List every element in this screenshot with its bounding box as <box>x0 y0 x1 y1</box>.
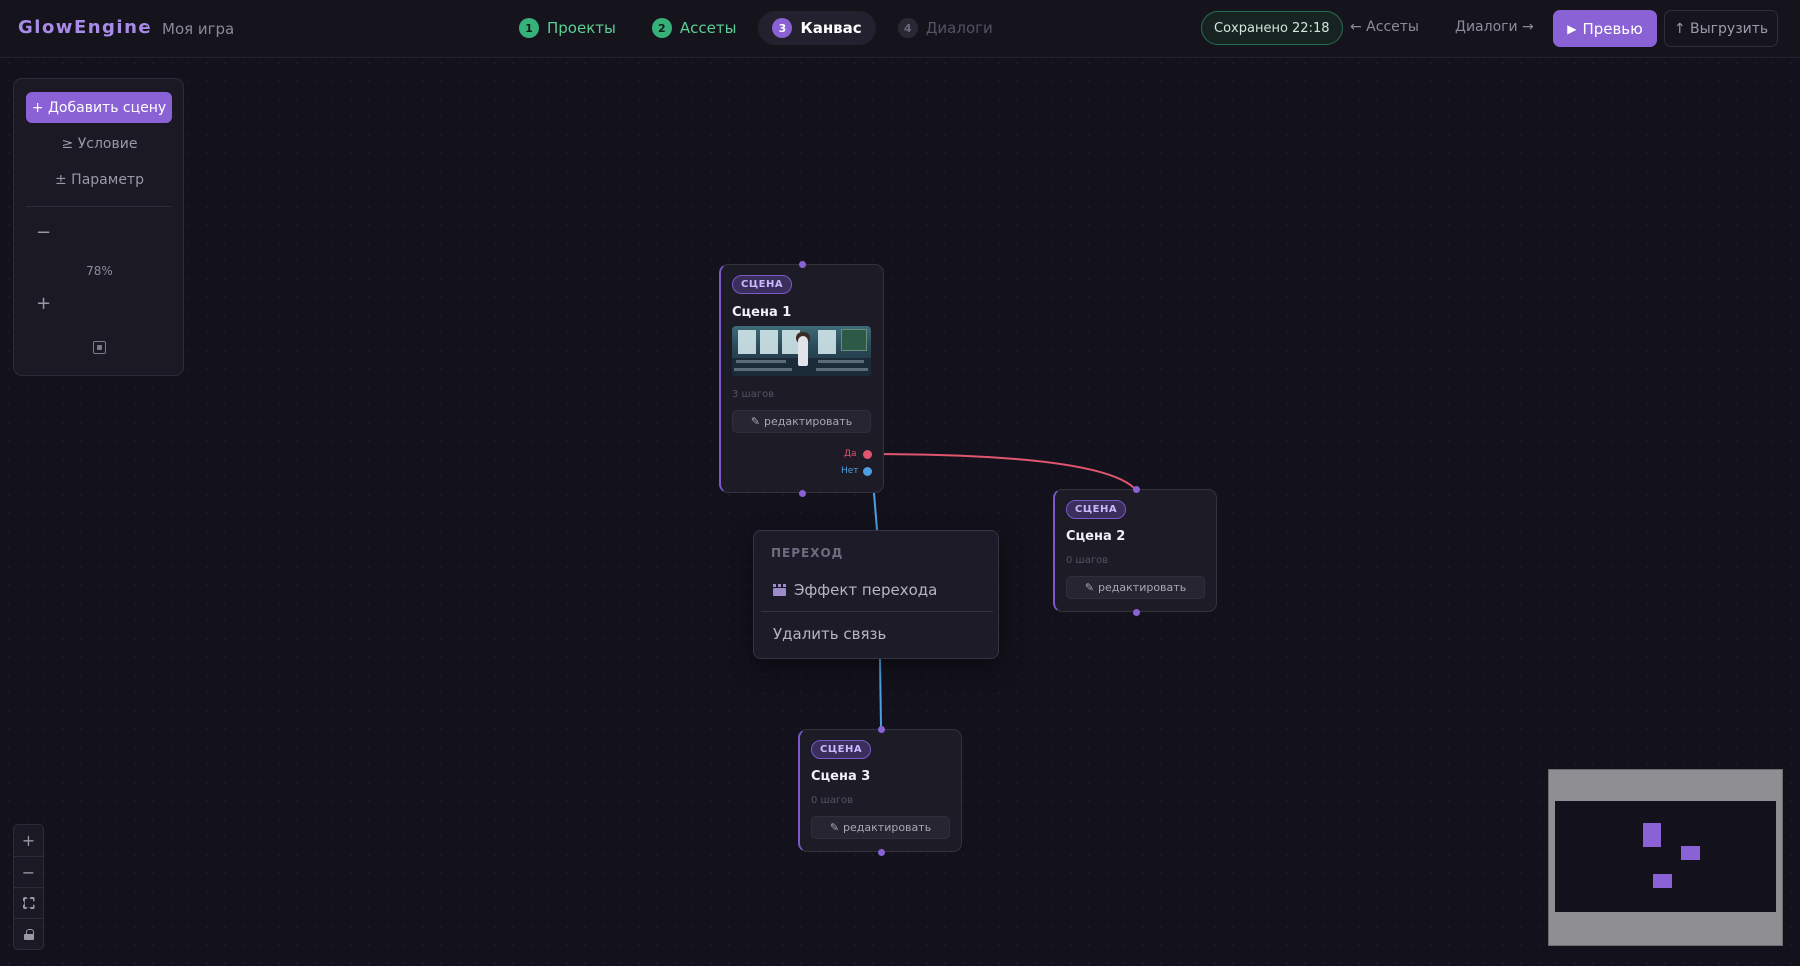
edit-scene-button[interactable]: ✎ редактировать <box>1066 576 1205 599</box>
canvas-zoom-out-button[interactable]: − <box>14 856 43 887</box>
lock-button[interactable] <box>14 918 43 949</box>
edit-label: редактировать <box>764 415 853 428</box>
step-number: 2 <box>651 18 672 38</box>
scene-badge: СЦЕНА <box>1066 500 1127 519</box>
delete-link-menu-item[interactable]: Удалить связь <box>754 617 1000 651</box>
output-handle[interactable] <box>878 849 885 856</box>
transition-effect-menu-item[interactable]: Эффект перехода <box>754 573 1000 607</box>
app-logo[interactable]: GlowEngine <box>18 17 152 38</box>
context-menu-divider <box>761 611 993 612</box>
pencil-icon: ✎ <box>829 821 840 834</box>
scene-steps-count: 0 шагов <box>811 795 854 806</box>
zoom-out-button[interactable]: − <box>36 222 51 243</box>
export-button[interactable]: ↑ Выгрузить <box>1664 10 1778 47</box>
scene-badge: СЦЕНА <box>732 275 793 294</box>
canvas-toolbox: + Добавить сцену ≥ Условие ± Параметр − … <box>13 78 184 376</box>
zoom-in-button[interactable]: + <box>36 293 51 314</box>
minimap-node <box>1653 874 1672 888</box>
edge-yes-scene1-scene2 <box>867 453 1137 491</box>
add-scene-button[interactable]: + Добавить сцену <box>26 92 172 123</box>
edge-no-scene1-scene3-lower <box>879 658 882 729</box>
transition-effect-label: Эффект перехода <box>794 581 938 599</box>
step-projects[interactable]: 1 Проекты <box>505 11 630 45</box>
step-label: Диалоги <box>925 19 993 37</box>
minimap-node <box>1643 823 1661 847</box>
edit-scene-button[interactable]: ✎ редактировать <box>811 816 950 839</box>
edit-scene-button[interactable]: ✎ редактировать <box>732 410 871 433</box>
minimap-node <box>1681 846 1700 860</box>
edge-no-scene1-scene3 <box>873 492 878 531</box>
wizard-steps: 1 Проекты 2 Ассеты 3 Канвас 4 Диалоги <box>505 11 1007 47</box>
step-number: 4 <box>897 18 918 38</box>
minimap[interactable] <box>1548 769 1783 946</box>
scene-steps-count: 0 шагов <box>1066 555 1109 566</box>
expand-icon <box>22 897 35 909</box>
step-assets[interactable]: 2 Ассеты <box>638 11 751 45</box>
output-handle[interactable] <box>799 490 806 497</box>
scene-badge: СЦЕНА <box>811 740 872 759</box>
fit-view-button[interactable] <box>14 887 43 918</box>
input-handle[interactable] <box>1133 486 1140 493</box>
scene-node-3[interactable]: СЦЕНА Сцена 3 0 шагов ✎ редактировать <box>798 726 962 856</box>
minimap-viewport <box>1555 801 1776 912</box>
zoom-level: 78% <box>86 264 113 278</box>
canvas-controls: + − <box>13 824 44 950</box>
scene-title: Сцена 1 <box>732 305 792 320</box>
context-menu-title: ПЕРЕХОД <box>771 546 844 560</box>
fit-view-icon[interactable] <box>93 341 106 354</box>
output-label-yes: Да <box>844 449 857 459</box>
step-number: 1 <box>519 18 539 38</box>
step-dialogs[interactable]: 4 Диалоги <box>884 11 1007 45</box>
step-label: Проекты <box>547 19 616 37</box>
output-handle-no[interactable] <box>863 467 872 476</box>
project-name: Моя игра <box>162 20 235 38</box>
top-bar: GlowEngine · Моя игра 1 Проекты 2 Ассеты… <box>0 0 1800 58</box>
preview-label: Превью <box>1582 19 1643 38</box>
step-label: Ассеты <box>679 19 737 37</box>
output-handle[interactable] <box>1133 609 1140 616</box>
input-handle[interactable] <box>799 261 806 268</box>
edit-label: редактировать <box>843 821 932 834</box>
preview-button[interactable]: ▶ Превью <box>1553 10 1657 47</box>
scene-title: Сцена 3 <box>811 769 871 784</box>
lock-icon <box>23 928 34 940</box>
scene-steps-count: 3 шагов <box>732 389 775 400</box>
step-label: Канвас <box>800 19 862 37</box>
scene-node-2[interactable]: СЦЕНА Сцена 2 0 шагов ✎ редактировать <box>1053 486 1217 616</box>
logo-separator: · <box>145 19 150 35</box>
step-canvas[interactable]: 3 Канвас <box>758 11 876 45</box>
scene-title: Сцена 2 <box>1066 529 1126 544</box>
edit-label: редактировать <box>1098 581 1187 594</box>
add-parameter-button[interactable]: ± Параметр <box>14 172 185 188</box>
saved-status-badge: Сохранено 22:18 <box>1201 11 1343 45</box>
pencil-icon: ✎ <box>750 415 761 428</box>
canvas-zoom-in-button[interactable]: + <box>14 825 43 856</box>
edge-context-menu: ПЕРЕХОД Эффект перехода Удалить связь <box>753 530 999 659</box>
back-to-assets-link[interactable]: ← Ассеты <box>1350 19 1419 35</box>
toolbox-divider <box>26 206 172 207</box>
input-handle[interactable] <box>878 726 885 733</box>
play-icon: ▶ <box>1567 21 1577 36</box>
add-condition-button[interactable]: ≥ Условие <box>14 136 185 152</box>
scene-node-1[interactable]: СЦЕНА Сцена 1 3 шагов ✎ редактировать Да… <box>719 261 884 497</box>
clapperboard-icon <box>773 584 786 596</box>
output-label-no: Нет <box>841 466 859 476</box>
step-number: 3 <box>772 18 793 38</box>
scene-thumbnail <box>732 326 871 376</box>
output-handle-yes[interactable] <box>863 450 872 459</box>
to-dialogs-link[interactable]: Диалоги → <box>1455 19 1534 35</box>
pencil-icon: ✎ <box>1084 581 1095 594</box>
